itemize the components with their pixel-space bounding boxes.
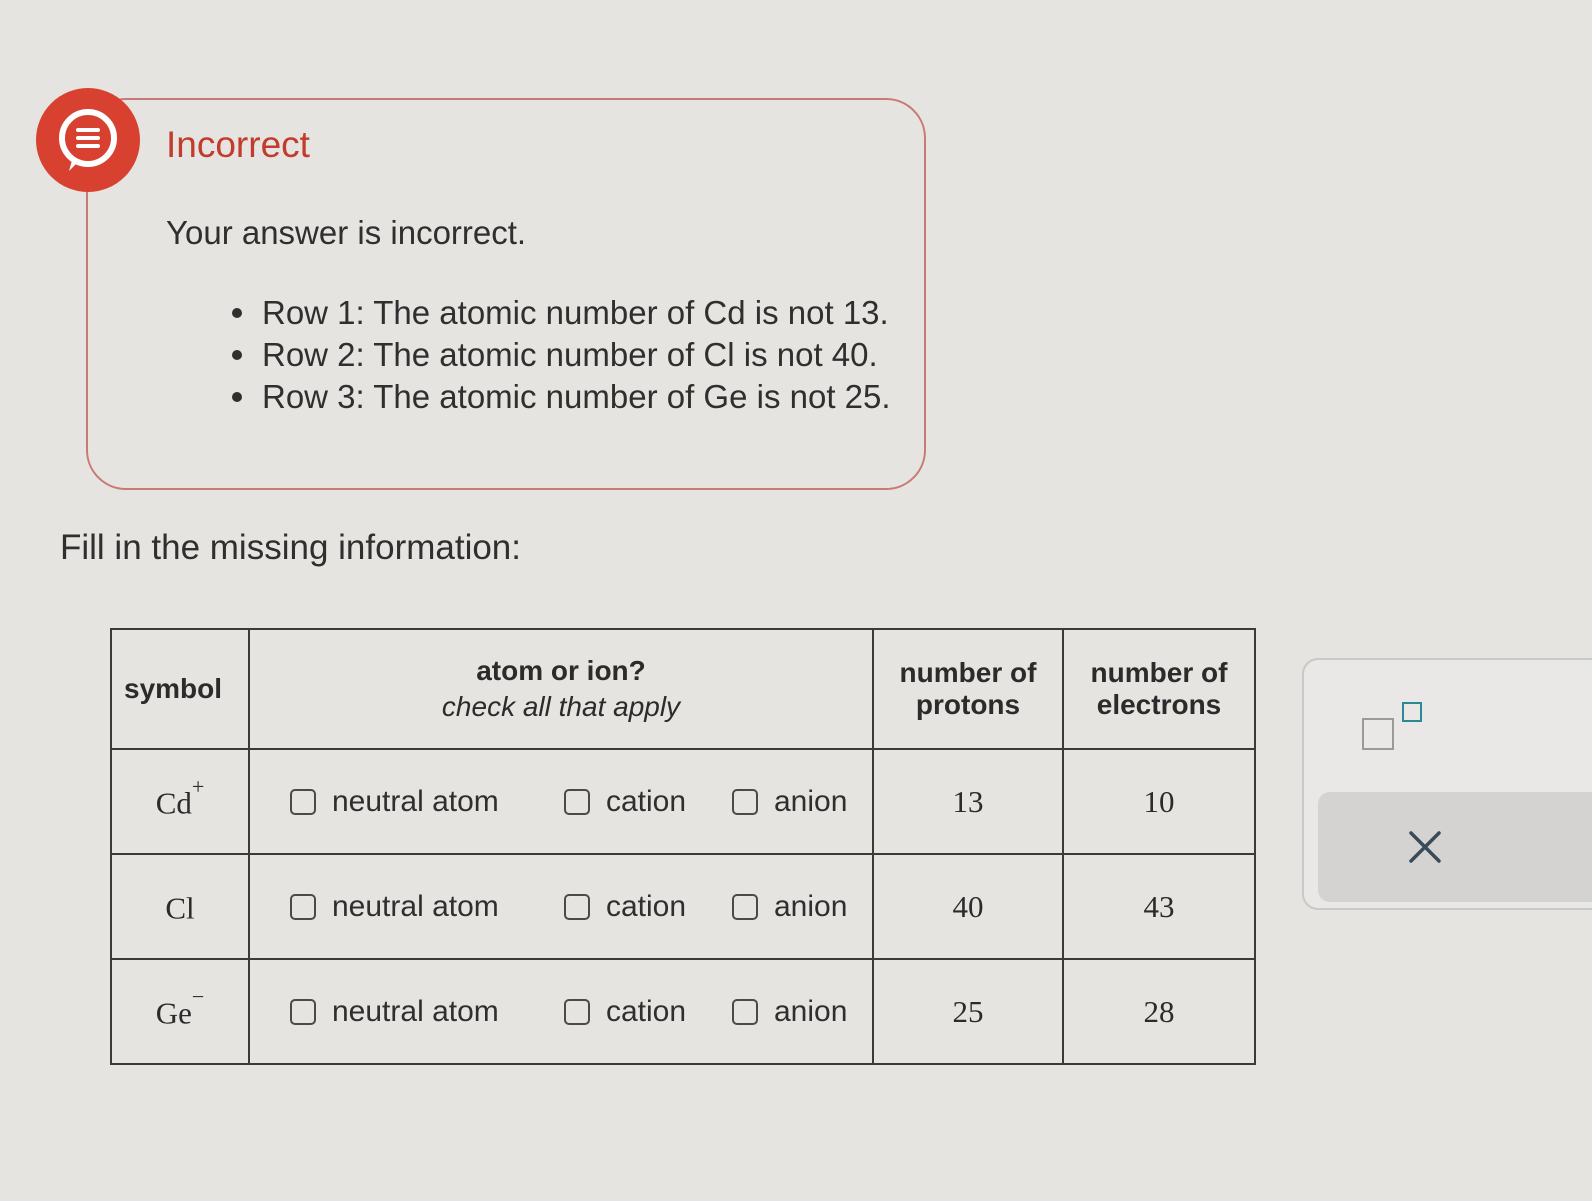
option-label: cation bbox=[606, 784, 687, 818]
list-item: Row 2: The atomic number of Cl is not 40… bbox=[230, 334, 891, 376]
symbol-cell: Ge− bbox=[110, 958, 250, 1065]
option-label: anion bbox=[774, 994, 848, 1028]
ion-table: symbol atom or ion? check all that apply… bbox=[110, 628, 1256, 1065]
symbol-cell: Cl bbox=[110, 853, 250, 960]
table-header-row: symbol atom or ion? check all that apply… bbox=[110, 628, 1256, 750]
list-item: Row 3: The atomic number of Ge is not 25… bbox=[230, 376, 891, 418]
checkbox-icon[interactable] bbox=[290, 788, 316, 815]
option-label: neutral atom bbox=[332, 889, 499, 923]
checkbox-icon[interactable] bbox=[564, 788, 590, 815]
chat-bubble-icon bbox=[36, 88, 140, 192]
header-atom-or-ion-subtitle: check all that apply bbox=[441, 691, 681, 722]
header-symbol: symbol bbox=[110, 628, 250, 750]
superscript-exponent-box bbox=[1402, 702, 1422, 722]
bullet-icon bbox=[232, 392, 242, 402]
cation-checkbox[interactable]: cation bbox=[564, 785, 732, 819]
feedback-title: Incorrect bbox=[166, 124, 310, 165]
checkbox-icon[interactable] bbox=[732, 788, 758, 815]
neutral-atom-checkbox[interactable]: neutral atom bbox=[290, 995, 564, 1029]
checkbox-icon[interactable] bbox=[290, 893, 316, 920]
clear-button[interactable] bbox=[1318, 792, 1592, 902]
element-symbol: Ge bbox=[155, 995, 192, 1031]
feedback-item-text: Row 1: The atomic number of Cd is not 13… bbox=[262, 294, 889, 331]
charge: − bbox=[191, 983, 205, 1009]
option-label: cation bbox=[606, 994, 687, 1028]
anion-checkbox[interactable]: anion bbox=[732, 785, 872, 819]
header-protons: number of protons bbox=[872, 628, 1064, 750]
table-row: Cd+ neutral atom cation anion 13 10 bbox=[110, 748, 1256, 855]
electrons-input[interactable]: 43 bbox=[1062, 853, 1256, 960]
neutral-atom-checkbox[interactable]: neutral atom bbox=[290, 785, 564, 819]
close-icon bbox=[1409, 831, 1441, 863]
anion-checkbox[interactable]: anion bbox=[732, 995, 872, 1029]
options-cell: neutral atom cation anion bbox=[248, 958, 874, 1065]
charge: + bbox=[191, 773, 205, 799]
instruction-text: Fill in the missing information: bbox=[60, 528, 521, 567]
list-item: Row 1: The atomic number of Cd is not 13… bbox=[230, 292, 891, 334]
option-label: anion bbox=[774, 889, 848, 923]
bullet-icon bbox=[232, 350, 242, 360]
symbol-cell: Cd+ bbox=[110, 748, 250, 855]
protons-input[interactable]: 13 bbox=[872, 748, 1064, 855]
checkbox-icon[interactable] bbox=[732, 893, 758, 920]
superscript-base-box bbox=[1362, 718, 1394, 750]
feedback-list: Row 1: The atomic number of Cd is not 13… bbox=[230, 292, 891, 418]
anion-checkbox[interactable]: anion bbox=[732, 890, 872, 924]
cation-checkbox[interactable]: cation bbox=[564, 995, 732, 1029]
option-label: neutral atom bbox=[332, 784, 499, 818]
checkbox-icon[interactable] bbox=[290, 998, 316, 1025]
option-label: cation bbox=[606, 889, 687, 923]
math-tool-panel bbox=[1302, 658, 1592, 910]
element-symbol: Cd bbox=[155, 785, 192, 821]
header-electrons: number of electrons bbox=[1062, 628, 1256, 750]
cation-checkbox[interactable]: cation bbox=[564, 890, 732, 924]
options-cell: neutral atom cation anion bbox=[248, 853, 874, 960]
checkbox-icon[interactable] bbox=[564, 998, 590, 1025]
checkbox-icon[interactable] bbox=[564, 893, 590, 920]
electrons-input[interactable]: 28 bbox=[1062, 958, 1256, 1065]
checkbox-icon[interactable] bbox=[732, 998, 758, 1025]
protons-input[interactable]: 25 bbox=[872, 958, 1064, 1065]
option-label: neutral atom bbox=[332, 994, 499, 1028]
superscript-icon[interactable] bbox=[1362, 700, 1432, 756]
feedback-message: Your answer is incorrect. bbox=[166, 214, 527, 251]
option-label: anion bbox=[774, 784, 848, 818]
header-atom-or-ion: atom or ion? check all that apply bbox=[248, 628, 874, 750]
element-symbol: Cl bbox=[165, 890, 195, 926]
electrons-input[interactable]: 10 bbox=[1062, 748, 1256, 855]
options-cell: neutral atom cation anion bbox=[248, 748, 874, 855]
feedback-item-text: Row 2: The atomic number of Cl is not 40… bbox=[262, 336, 878, 373]
bullet-icon bbox=[232, 308, 242, 318]
table-row: Ge− neutral atom cation anion 25 28 bbox=[110, 958, 1256, 1065]
table-row: Cl neutral atom cation anion 40 43 bbox=[110, 853, 1256, 960]
header-atom-or-ion-title: atom or ion? bbox=[476, 655, 646, 686]
neutral-atom-checkbox[interactable]: neutral atom bbox=[290, 890, 564, 924]
feedback-item-text: Row 3: The atomic number of Ge is not 25… bbox=[262, 378, 891, 415]
protons-input[interactable]: 40 bbox=[872, 853, 1064, 960]
